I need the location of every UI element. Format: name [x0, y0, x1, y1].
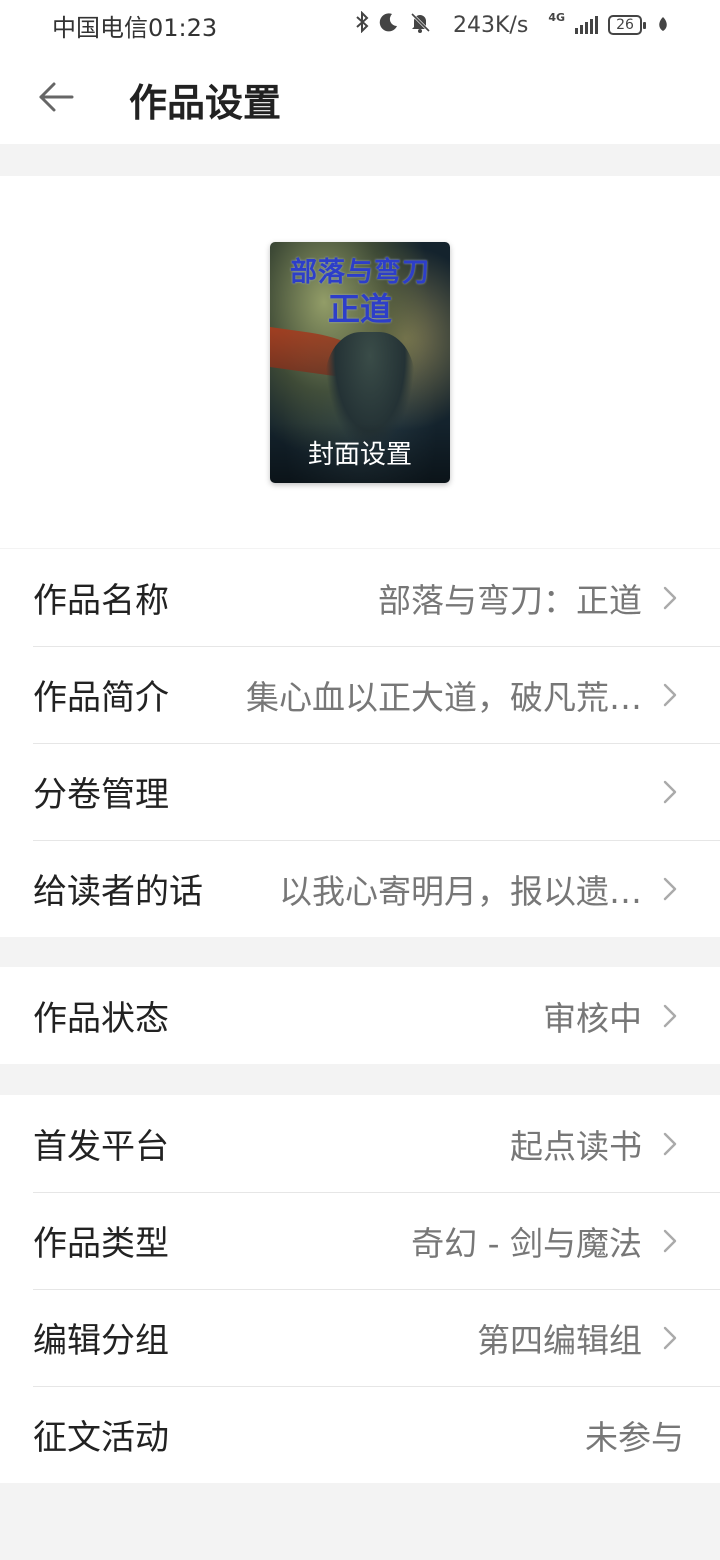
row-work-name[interactable]: 作品名称 部落与弯刀：正道: [0, 549, 720, 646]
network-speed: 243K/s: [453, 12, 529, 38]
mute-bell-icon: [409, 11, 431, 39]
settings-group-status: 作品状态 审核中: [0, 967, 720, 1064]
row-value: 第四编辑组: [477, 1320, 642, 1360]
status-bar: 中国电信01:23 243K/s 4G 26: [0, 0, 720, 50]
cover-title-line2: 正道: [327, 290, 392, 328]
row-label: 作品类型: [33, 1224, 169, 1264]
page-title: 作品设置: [129, 81, 282, 125]
row-contest: 征文活动 未参与: [0, 1386, 720, 1483]
moon-icon: [379, 12, 399, 38]
settings-group-basic: 作品名称 部落与弯刀：正道 作品简介 集心血以正大道，破凡荒… 分卷管理 给读者…: [0, 549, 720, 937]
chevron-right-icon: [663, 586, 677, 609]
row-first-platform[interactable]: 首发平台 起点读书: [0, 1095, 720, 1192]
chevron-right-icon: [663, 683, 677, 706]
row-value: 审核中: [543, 998, 642, 1038]
cover-section: 部落与弯刀 正道 封面设置: [0, 176, 720, 548]
battery-icon: 26: [608, 15, 646, 35]
row-label: 编辑分组: [33, 1321, 169, 1361]
row-label: 分卷管理: [33, 775, 169, 815]
row-value: 未参与: [585, 1417, 684, 1457]
status-icons: 243K/s 4G 26: [355, 10, 668, 39]
row-editor-group[interactable]: 编辑分组 第四编辑组: [0, 1289, 720, 1386]
top-app-bar: 作品设置: [0, 50, 720, 144]
row-volume-management[interactable]: 分卷管理: [0, 743, 720, 840]
leaf-icon: [658, 13, 668, 38]
carrier-time: 中国电信01:23: [52, 13, 218, 42]
chevron-right-icon: [663, 877, 677, 900]
cover-settings-label: 封面设置: [307, 440, 412, 470]
network-type: 4G: [548, 11, 565, 24]
row-label: 给读者的话: [33, 872, 203, 912]
row-value: 部落与弯刀：正道: [378, 580, 642, 620]
row-label: 作品简介: [33, 678, 169, 718]
bluetooth-icon: [355, 10, 369, 39]
row-work-intro[interactable]: 作品简介 集心血以正大道，破凡荒…: [0, 646, 720, 743]
row-value: 集心血以正大道，破凡荒…: [246, 677, 642, 717]
chevron-right-icon: [663, 1229, 677, 1252]
chevron-right-icon: [663, 780, 677, 803]
row-value: 以我心寄明月，报以遗…: [279, 871, 642, 911]
cover-settings-button[interactable]: 部落与弯刀 正道 封面设置: [270, 242, 450, 483]
chevron-right-icon: [663, 1326, 677, 1349]
row-label: 征文活动: [33, 1418, 169, 1458]
row-value: 起点读书: [510, 1126, 642, 1166]
row-work-genre[interactable]: 作品类型 奇幻 - 剑与魔法: [0, 1192, 720, 1289]
row-value: 奇幻 - 剑与魔法: [411, 1223, 642, 1263]
row-label: 作品状态: [33, 999, 169, 1039]
chevron-right-icon: [663, 1132, 677, 1155]
row-label: 作品名称: [33, 581, 169, 621]
chevron-right-icon: [663, 1004, 677, 1027]
signal-icon: [575, 16, 598, 34]
row-note-to-readers[interactable]: 给读者的话 以我心寄明月，报以遗…: [0, 840, 720, 937]
row-label: 首发平台: [33, 1127, 169, 1167]
settings-group-publishing: 首发平台 起点读书 作品类型 奇幻 - 剑与魔法 编辑分组 第四编辑组 征文活动…: [0, 1095, 720, 1483]
back-arrow-icon[interactable]: [36, 78, 76, 118]
row-work-status[interactable]: 作品状态 审核中: [0, 967, 720, 1064]
